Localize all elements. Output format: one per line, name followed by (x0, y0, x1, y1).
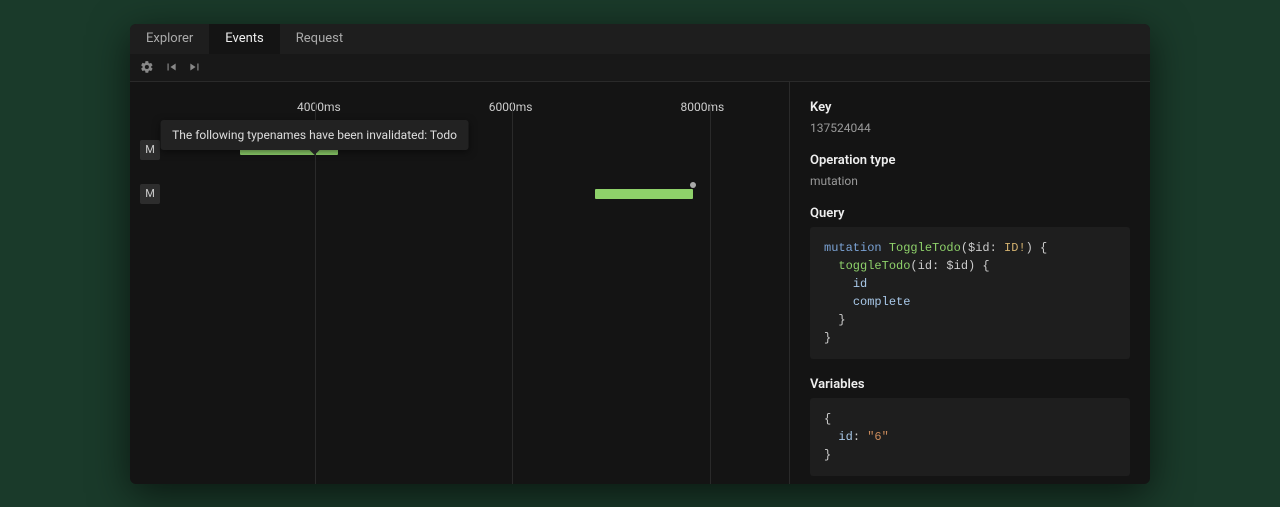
timeline-tick: 8000ms (680, 100, 724, 114)
key-value: 137524044 (810, 121, 1130, 135)
details-panel: Key 137524044 Operation type mutation Qu… (790, 82, 1150, 484)
operation-type-value: mutation (810, 174, 1130, 188)
content-area: 4000ms 6000ms 8000ms The following typenam… (130, 82, 1150, 484)
operation-type-label: Operation type (810, 153, 1130, 168)
tab-events[interactable]: Events (209, 24, 279, 54)
timeline-panel: 4000ms 6000ms 8000ms The following typenam… (130, 82, 790, 484)
query-code: mutation ToggleTodo($id: ID!) { toggleTo… (810, 227, 1130, 359)
variables-label: Variables (810, 377, 1130, 392)
timeline-ticks: 4000ms 6000ms 8000ms (140, 100, 779, 120)
query-label: Query (810, 206, 1130, 221)
row-badge-mutation: M (140, 184, 160, 204)
skip-back-icon[interactable] (164, 60, 178, 74)
row-track (166, 180, 779, 208)
timeline-gridline (710, 102, 711, 484)
key-label: Key (810, 100, 1130, 115)
timeline-row: M (140, 180, 779, 208)
tab-explorer[interactable]: Explorer (130, 24, 209, 54)
variables-code: { id: "6" } (810, 398, 1130, 476)
devtools-window: Explorer Events Request 4000ms 6000ms 8000… (130, 24, 1150, 484)
tab-request[interactable]: Request (280, 24, 359, 54)
toolbar (130, 54, 1150, 82)
event-marker[interactable] (690, 182, 696, 188)
timeline-gridline (512, 102, 513, 484)
gear-icon[interactable] (140, 60, 154, 74)
timeline-tick: 6000ms (489, 100, 533, 114)
skip-forward-icon[interactable] (188, 60, 202, 74)
timeline-tick: 4000ms (297, 100, 341, 114)
timeline-gridline (315, 102, 316, 484)
row-badge-mutation: M (140, 140, 160, 160)
operation-bar[interactable] (595, 189, 693, 199)
invalidation-tooltip: The following typenames have been invali… (160, 120, 469, 150)
tab-bar: Explorer Events Request (130, 24, 1150, 54)
